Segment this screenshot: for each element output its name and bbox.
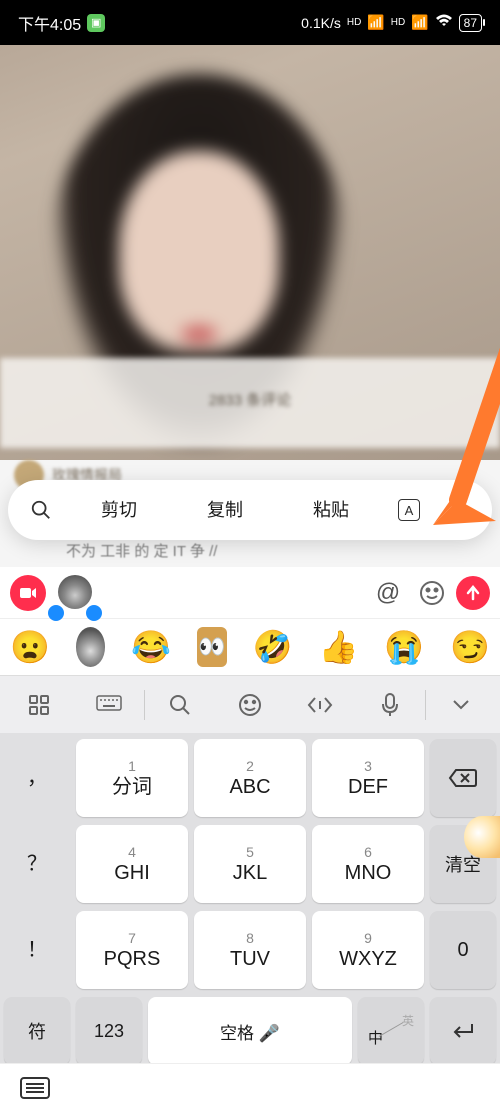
status-bar: 下午4:05 ▣ 0.1K/s HD 📶 HD 📶 87 [0,0,500,45]
emoji-picker-icon[interactable] [412,573,452,613]
comment-count: 2833 条评论 [209,389,292,410]
emoji-cry-laugh[interactable]: 😂 [131,627,171,667]
share-icon[interactable] [434,486,484,534]
kb-search-icon[interactable] [145,693,215,717]
key-space[interactable]: 空格 🎤 [148,997,352,1065]
paste-button[interactable]: 粘贴 [278,486,384,534]
key-exclaim[interactable]: ！ [4,911,70,989]
key-comma[interactable]: ， [4,739,70,817]
key-4[interactable]: 4GHI [76,825,188,903]
key-language[interactable]: 英 中 [358,997,424,1065]
key-1[interactable]: 1分词 [76,739,188,817]
emoji-suggestions: 😦 😂 👀 🤣 👍 😭 😏 [0,619,500,675]
keyboard: ， 1分词 2ABC 3DEF ？ 4GHI 5JKL 6MNO 清空 ！ 7P… [0,733,500,1111]
kb-code-icon[interactable] [285,695,355,715]
mention-icon[interactable]: @ [368,573,408,613]
copy-button[interactable]: 复制 [172,486,278,534]
comment-input-section: @ 😦 😂 👀 🤣 👍 😭 😏 [0,567,500,675]
text-selection-toolbar: 剪切 复制 粘贴 A [8,480,492,540]
key-7[interactable]: 7PQRS [76,911,188,989]
signal-icon-1: 📶 [367,14,384,31]
emoji-thumbs-up[interactable]: 👍 [318,627,358,667]
key-2[interactable]: 2ABC [194,739,306,817]
key-5[interactable]: 5JKL [194,825,306,903]
kb-keyboard-icon[interactable] [74,695,144,715]
key-9[interactable]: 9WXYZ [312,911,424,989]
selection-handle-right[interactable] [86,605,102,621]
truncated-text: 不为 工非 的 定 IT 争 // [66,540,217,561]
selection-handle-left[interactable] [48,605,64,621]
key-symbol[interactable]: 符 [4,997,70,1065]
key-123[interactable]: 123 [76,997,142,1065]
key-6[interactable]: 6MNO [312,825,424,903]
kb-emoji-icon[interactable] [215,693,285,717]
status-time: 下午4:05 [18,11,81,35]
key-zero[interactable]: 0 [430,911,496,989]
battery-indicator: 87 [459,14,482,32]
kb-mic-icon[interactable] [355,692,425,718]
font-icon[interactable]: A [384,486,434,534]
video-record-button[interactable] [10,575,46,611]
emoji-rofl[interactable]: 🤣 [253,627,293,667]
keyboard-toolbar [0,675,500,733]
key-backspace[interactable] [430,739,496,817]
kb-chevron-down-icon[interactable] [426,699,496,711]
wifi-icon [435,14,453,31]
bottom-nav [0,1063,500,1111]
key-3[interactable]: 3DEF [312,739,424,817]
emoji-smirk[interactable]: 😏 [450,627,490,667]
kb-grid-icon[interactable] [4,693,74,717]
emoji-crying[interactable]: 😭 [384,627,424,667]
app-badge-icon: ▣ [87,14,105,32]
network-speed: 0.1K/s [301,15,341,31]
key-8[interactable]: 8TUV [194,911,306,989]
hd-indicator-2: HD [391,17,405,28]
emoji-husky[interactable] [76,627,105,667]
selected-emoji-input[interactable] [50,575,100,611]
mascot-decoration [464,816,500,858]
hd-indicator: HD [347,17,361,28]
emoji-peek[interactable]: 👀 [197,627,226,667]
send-button[interactable] [456,576,490,610]
keyboard-collapse-icon[interactable] [20,1077,50,1099]
search-icon[interactable] [16,486,66,534]
video-preview[interactable]: 2833 条评论 [0,45,500,460]
key-enter[interactable] [430,997,496,1065]
signal-icon-2: 📶 [411,14,428,31]
key-question[interactable]: ？ [4,825,70,903]
cut-button[interactable]: 剪切 [66,486,172,534]
emoji-surprised[interactable]: 😦 [10,627,50,667]
